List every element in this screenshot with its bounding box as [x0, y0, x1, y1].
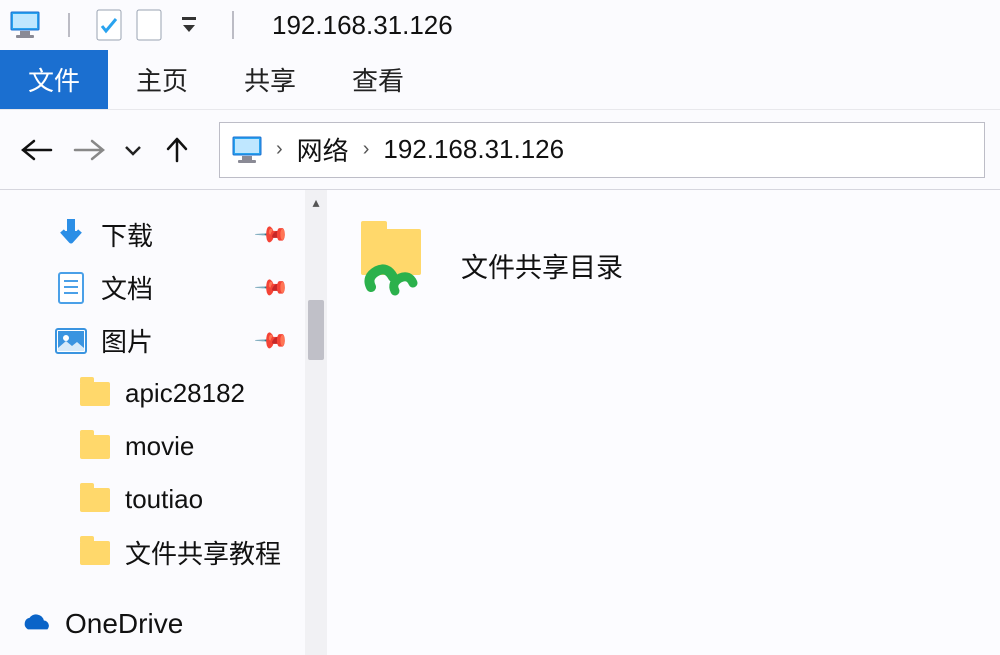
sidebar-item-documents[interactable]: 文档 📌 [55, 261, 305, 314]
scroll-up-icon[interactable]: ▴ [305, 194, 327, 211]
pin-icon: 📌 [252, 322, 290, 360]
tab-home-label: 主页 [136, 61, 188, 98]
sidebar-item-onedrive[interactable]: OneDrive [19, 597, 305, 650]
quick-access-toolbar [54, 7, 204, 43]
tab-view-label: 查看 [352, 61, 404, 98]
qat-separator [218, 7, 248, 43]
folder-icon [79, 484, 111, 516]
computer-icon [232, 136, 262, 164]
sidebar-item-label: toutiao [125, 484, 203, 515]
back-button[interactable] [15, 128, 59, 172]
history-dropdown-icon[interactable] [119, 144, 147, 156]
tab-home[interactable]: 主页 [108, 50, 216, 109]
folder-icon [79, 431, 111, 463]
sidebar-item-label: 文件共享教程 [125, 534, 281, 571]
onedrive-icon [19, 608, 51, 640]
tab-share-label: 共享 [244, 61, 296, 98]
folder-icon [79, 537, 111, 569]
qat-separator [54, 7, 84, 43]
download-icon [55, 219, 87, 251]
sidebar-item-folder[interactable]: apic28182 [55, 367, 305, 420]
share-folder-item[interactable]: 文件共享目录 [353, 220, 974, 310]
folder-icon [79, 378, 111, 410]
scrollbar[interactable]: ▴ [305, 190, 327, 655]
sidebar: 下载 📌 文档 📌 图片 📌 apic28182 movie [0, 190, 305, 655]
pin-icon: 📌 [252, 269, 290, 307]
breadcrumb-network[interactable]: 网络 [297, 131, 349, 168]
navbar: › 网络 › 192.168.31.126 [0, 110, 1000, 190]
sidebar-item-label: OneDrive [65, 608, 183, 640]
up-button[interactable] [155, 128, 199, 172]
sidebar-item-folder[interactable]: movie [55, 420, 305, 473]
sidebar-item-label: 文档 [101, 269, 153, 306]
sidebar-item-label: 图片 [101, 322, 153, 359]
properties-icon[interactable] [94, 7, 124, 43]
sidebar-item-pictures[interactable]: 图片 📌 [55, 314, 305, 367]
address-bar[interactable]: › 网络 › 192.168.31.126 [219, 122, 985, 178]
chevron-right-icon[interactable]: › [276, 138, 283, 161]
content-pane: 文件共享目录 [327, 190, 1000, 655]
chevron-right-icon[interactable]: › [363, 138, 370, 161]
new-folder-icon[interactable] [134, 7, 164, 43]
sidebar-item-folder[interactable]: toutiao [55, 473, 305, 526]
ribbon: 文件 主页 共享 查看 [0, 50, 1000, 110]
forward-button[interactable] [67, 128, 111, 172]
tab-share[interactable]: 共享 [216, 50, 324, 109]
sidebar-item-label: 下载 [101, 216, 153, 253]
sidebar-item-label: movie [125, 431, 194, 462]
scroll-thumb[interactable] [308, 300, 324, 360]
sidebar-item-downloads[interactable]: 下载 📌 [55, 208, 305, 261]
window-title: 192.168.31.126 [272, 10, 453, 41]
computer-icon [10, 11, 40, 39]
titlebar: 192.168.31.126 [0, 0, 1000, 50]
document-icon [55, 272, 87, 304]
picture-icon [55, 325, 87, 357]
shared-folder-icon [353, 225, 433, 305]
qat-dropdown-icon[interactable] [174, 7, 204, 43]
share-folder-label: 文件共享目录 [461, 246, 623, 285]
sidebar-item-folder[interactable]: 文件共享教程 [55, 526, 305, 579]
sidebar-item-label: apic28182 [125, 378, 245, 409]
main: 下载 📌 文档 📌 图片 📌 apic28182 movie [0, 190, 1000, 655]
pin-icon: 📌 [252, 216, 290, 254]
tab-view[interactable]: 查看 [324, 50, 432, 109]
breadcrumb-address[interactable]: 192.168.31.126 [383, 134, 564, 165]
tab-file-label: 文件 [28, 61, 80, 98]
tab-file[interactable]: 文件 [0, 50, 108, 109]
